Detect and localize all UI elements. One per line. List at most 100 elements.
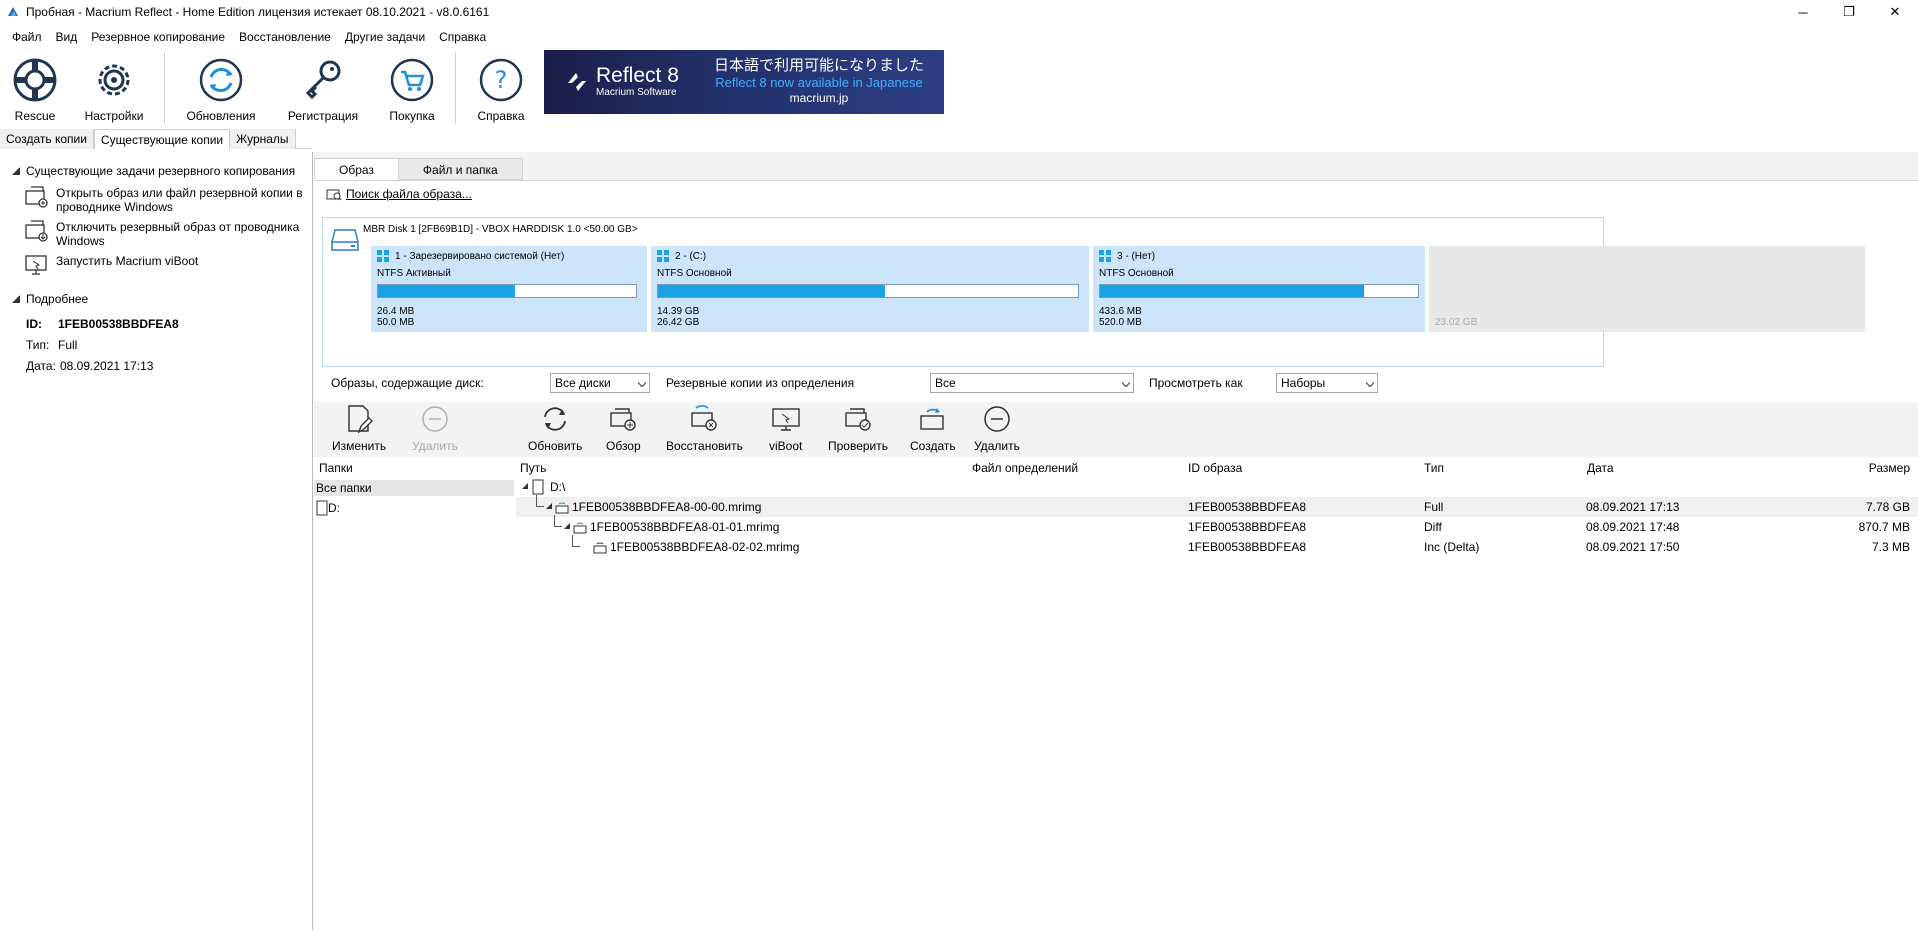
monitor-icon	[771, 404, 801, 434]
partition-total: 26.42 GB	[657, 317, 700, 328]
menu-help[interactable]: Справка	[432, 27, 493, 47]
tasks-section-header[interactable]: Существующие задачи резервного копирован…	[0, 162, 312, 180]
menu-backup[interactable]: Резервное копирование	[84, 27, 232, 47]
unallocated-space[interactable]: 23.02 GB	[1429, 246, 1865, 332]
help-button[interactable]: ? Справка	[462, 50, 540, 126]
type-column-header[interactable]: Тип	[1424, 461, 1444, 475]
view-as-select[interactable]: Наборы	[1276, 373, 1378, 393]
images-filter-select[interactable]: Все диски	[550, 373, 650, 393]
registration-button[interactable]: Регистрация	[271, 50, 375, 126]
purchase-button[interactable]: Покупка	[375, 50, 449, 126]
images-filter-value: Все диски	[555, 376, 611, 390]
settings-label: Настройки	[84, 109, 144, 123]
minimize-button[interactable]: ─	[1780, 0, 1826, 24]
detail-date-value: 08.09.2021 17:13	[60, 358, 154, 373]
tasks-header-label: Существующие задачи резервного копирован…	[26, 164, 296, 178]
menu-other-tasks[interactable]: Другие задачи	[338, 27, 432, 47]
drive-icon	[532, 479, 544, 495]
drive-restore-icon	[689, 404, 719, 434]
partition-2[interactable]: 2 - (C:) NTFS Основной 14.39 GB 26.42 GB	[651, 246, 1089, 332]
restore-button[interactable]: Восстановить	[666, 404, 743, 453]
verify-button[interactable]: Проверить	[828, 404, 888, 453]
menu-restore[interactable]: Восстановление	[232, 27, 338, 47]
create-button[interactable]: Создать	[910, 404, 956, 453]
tab-logs[interactable]: Журналы	[230, 129, 296, 149]
delete-label: Удалить	[974, 439, 1020, 453]
task-open-image-explorer[interactable]: Открыть образ или файл резервной копии в…	[24, 184, 312, 214]
updates-button[interactable]: Обновления	[171, 50, 271, 126]
drive-browse-icon	[608, 404, 638, 434]
image-file-icon	[555, 502, 569, 514]
chevron-down-icon	[637, 378, 647, 388]
search-image-file[interactable]: Поиск файла образа...	[326, 187, 472, 201]
partition-title: 2 - (C:)	[675, 250, 707, 262]
task-detach-image[interactable]: Отключить резервный образ от проводника …	[24, 218, 312, 248]
definition-file-column-header[interactable]: Файл определений	[972, 461, 1078, 475]
partition-usage-bar	[1099, 284, 1419, 298]
rescue-button[interactable]: Rescue	[0, 50, 70, 126]
restore-button[interactable]: ❐	[1826, 0, 1872, 24]
svg-text:?: ?	[495, 66, 508, 94]
browse-button[interactable]: Обзор	[606, 404, 641, 453]
image-date: 08.09.2021 17:13	[1586, 500, 1680, 514]
table-row[interactable]: 1FEB00538BBDFEA8-00-00.mrimg 1FEB00538BB…	[516, 495, 1918, 517]
table-row[interactable]: 1FEB00538BBDFEA8-02-02.mrimg 1FEB00538BB…	[516, 535, 1918, 557]
minus-circle-icon	[982, 404, 1012, 434]
expand-arrow-icon[interactable]	[564, 523, 570, 529]
view-as-value: Наборы	[1281, 376, 1326, 390]
disk-map[interactable]: MBR Disk 1 [2FB69B1D] - VBOX HARDDISK 1.…	[322, 217, 1865, 367]
search-image-link[interactable]: Поиск файла образа...	[346, 187, 472, 201]
refresh-globe-icon	[196, 55, 246, 105]
folders-column-header[interactable]: Папки	[319, 461, 353, 475]
reflect-logo: Reflect 8 Macrium Software	[564, 65, 679, 99]
close-button[interactable]: ✕	[1872, 0, 1918, 24]
details-section-header[interactable]: Подробнее	[0, 290, 312, 308]
table-row[interactable]: 1FEB00538BBDFEA8-01-01.mrimg 1FEB00538BB…	[516, 515, 1918, 537]
tab-existing-backups[interactable]: Существующие копии	[93, 129, 231, 149]
tab-image[interactable]: Образ	[314, 158, 399, 180]
task-label: Отключить резервный образ от проводника …	[56, 220, 300, 248]
date-column-header[interactable]: Дата	[1587, 461, 1614, 475]
tab-file-folder[interactable]: Файл и папка	[397, 158, 523, 180]
path-column-header[interactable]: Путь	[520, 461, 546, 475]
registration-label: Регистрация	[287, 109, 359, 123]
partition-fs: NTFS Активный	[377, 268, 451, 279]
drive-d-folder-item[interactable]: D:	[316, 500, 340, 516]
menu-view[interactable]: Вид	[49, 27, 85, 47]
edit-document-icon	[344, 404, 374, 434]
definition-filter-select[interactable]: Все	[930, 373, 1134, 393]
drive-create-icon	[918, 404, 948, 434]
image-id-column-header[interactable]: ID образа	[1188, 461, 1242, 475]
edit-button[interactable]: Изменить	[332, 404, 386, 453]
partition-1[interactable]: 1 - Зарезервировано системой (Нет) NTFS …	[371, 246, 647, 332]
settings-button[interactable]: Настройки	[70, 50, 158, 126]
window-title: Пробная - Macrium Reflect - Home Edition…	[26, 5, 490, 19]
task-launch-viboot[interactable]: Запустить Macrium viBoot	[24, 252, 312, 278]
all-folders-item[interactable]: Все папки	[314, 480, 514, 496]
refresh-icon	[540, 404, 570, 434]
image-id: 1FEB00538BBDFEA8	[1188, 540, 1307, 554]
expand-arrow-icon[interactable]	[546, 503, 552, 509]
refresh-button[interactable]: Обновить	[528, 404, 582, 453]
promo-banner[interactable]: Reflect 8 Macrium Software 日本語で利用可能になりまし…	[544, 50, 944, 114]
purchase-label: Покупка	[389, 109, 435, 123]
delete-disabled-button[interactable]: Удалить	[412, 404, 458, 453]
banner-brand: Reflect 8	[596, 64, 679, 87]
tree-root-row[interactable]: D:\	[516, 477, 1918, 497]
size-column-header[interactable]: Размер	[1869, 461, 1910, 475]
main-tabs: Создать копии Существующие копии Журналы	[0, 129, 312, 149]
detail-date-row: Дата: 08.09.2021 17:13	[26, 355, 312, 376]
tree-connector	[554, 515, 562, 527]
delete-button[interactable]: Удалить	[974, 404, 1020, 453]
partition-used: 14.39 GB	[657, 306, 700, 317]
image-file-name: 1FEB00538BBDFEA8-00-00.mrimg	[572, 500, 762, 514]
filter-row: Образы, содержащие диск: Все диски Резер…	[314, 368, 1918, 398]
partition-usage-fill	[658, 285, 885, 297]
expand-arrow-icon[interactable]	[522, 483, 528, 489]
key-icon	[298, 55, 348, 105]
tab-create-backups[interactable]: Создать копии	[0, 129, 94, 149]
menu-file[interactable]: Файл	[0, 27, 49, 47]
viboot-button[interactable]: viBoot	[769, 404, 802, 453]
create-label: Создать	[910, 439, 956, 453]
partition-3[interactable]: 3 - (Нет) NTFS Основной 433.6 MB 520.0 M…	[1093, 246, 1425, 332]
